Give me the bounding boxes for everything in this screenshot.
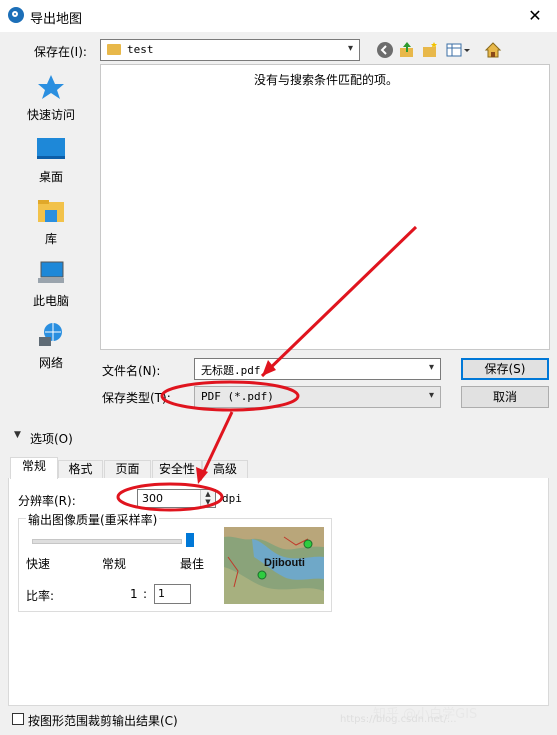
place-quick-access[interactable]: 快速访问 <box>8 70 94 128</box>
view-menu-icon[interactable] <box>445 41 473 59</box>
up-folder-icon[interactable] <box>398 41 416 59</box>
resolution-label: 分辨率(R): <box>18 494 76 508</box>
tick-normal: 常规 <box>102 557 127 571</box>
file-name-label: 文件名(N): <box>102 364 161 378</box>
tick-best: 最佳 <box>180 557 205 571</box>
chevron-down-icon: ▾ <box>347 43 353 54</box>
save-in-label: 保存在(I): <box>34 45 87 59</box>
quality-slider-thumb[interactable] <box>186 533 194 547</box>
file-list[interactable]: 没有与搜索条件匹配的项。 <box>100 64 550 350</box>
save-in-dropdown[interactable]: test ▾ <box>100 39 360 61</box>
ratio-separator: : <box>143 587 148 601</box>
tab-format[interactable]: 格式 <box>58 460 103 479</box>
file-name-value: 无标题.pdf <box>201 364 261 377</box>
home-icon[interactable] <box>484 41 502 59</box>
watermark-url: https://blog.csdn.net/... <box>340 714 457 725</box>
save-type-label: 保存类型(T): <box>102 391 171 405</box>
place-label: 网络 <box>38 356 63 370</box>
save-type-value: PDF (*.pdf) <box>201 390 274 403</box>
desktop-icon <box>37 138 65 159</box>
chevron-down-icon: ▾ <box>428 362 434 373</box>
tab-advanced[interactable]: 高级 <box>202 460 248 479</box>
clip-checkbox[interactable] <box>12 713 24 725</box>
clip-label[interactable]: 按图形范围裁剪输出结果(C) <box>28 712 178 729</box>
ratio-input[interactable]: 1 <box>154 584 191 604</box>
quick-access-star-icon <box>38 75 64 99</box>
save-type-dropdown[interactable]: PDF (*.pdf) ▾ <box>194 386 441 408</box>
quality-slider-track[interactable] <box>32 539 182 544</box>
folder-icon <box>107 44 121 55</box>
window-title: 导出地图 <box>30 12 83 27</box>
quality-group-title: 输出图像质量(重采样率) <box>26 511 160 528</box>
title-bar <box>0 0 557 32</box>
map-label: Djibouti <box>264 557 305 569</box>
network-icon <box>39 323 62 346</box>
empty-message: 没有与搜索条件匹配的项。 <box>253 73 398 87</box>
place-label: 此电脑 <box>32 294 69 308</box>
ratio-label: 比率: <box>26 589 55 603</box>
resolution-unit: dpi <box>222 492 242 505</box>
back-icon[interactable] <box>376 41 394 59</box>
chevron-down-icon: ▾ <box>428 390 434 401</box>
new-folder-icon[interactable] <box>421 41 439 59</box>
place-label: 快速访问 <box>26 108 75 122</box>
cancel-button[interactable]: 取消 <box>461 386 549 408</box>
place-label: 库 <box>44 232 57 246</box>
ratio-value: 1 <box>158 587 165 600</box>
tab-general[interactable]: 常规 <box>10 457 58 479</box>
close-button[interactable]: ✕ <box>520 4 550 28</box>
file-name-input[interactable]: 无标题.pdf ▾ <box>194 358 441 380</box>
places-bar: 快速访问 桌面 库 此电脑 网络 <box>8 64 94 414</box>
ratio-left-value: 1 <box>130 587 138 601</box>
resolution-value: 300 <box>142 492 163 505</box>
save-button[interactable]: 保存(S) <box>461 358 549 380</box>
place-label: 桌面 <box>38 170 63 184</box>
tick-fast: 快速 <box>26 557 51 571</box>
library-icon <box>38 200 64 222</box>
place-network[interactable]: 网络 <box>8 318 94 376</box>
place-this-pc[interactable]: 此电脑 <box>8 256 94 314</box>
tab-page[interactable]: 页面 <box>104 460 151 479</box>
tab-security[interactable]: 安全性 <box>152 460 202 479</box>
resolution-spinbox[interactable]: 300 ▲ ▼ <box>137 489 216 508</box>
place-desktop[interactable]: 桌面 <box>8 132 94 190</box>
map-preview: Djibouti <box>224 527 324 604</box>
options-toggle[interactable]: 选项(O) <box>30 430 73 447</box>
chevron-down-icon[interactable]: ▼ <box>14 430 21 440</box>
save-in-value: test <box>127 43 154 56</box>
app-globe-icon <box>8 7 24 23</box>
this-pc-icon <box>38 261 64 283</box>
place-library[interactable]: 库 <box>8 194 94 252</box>
spin-arrows-icon[interactable]: ▲ ▼ <box>200 490 215 507</box>
